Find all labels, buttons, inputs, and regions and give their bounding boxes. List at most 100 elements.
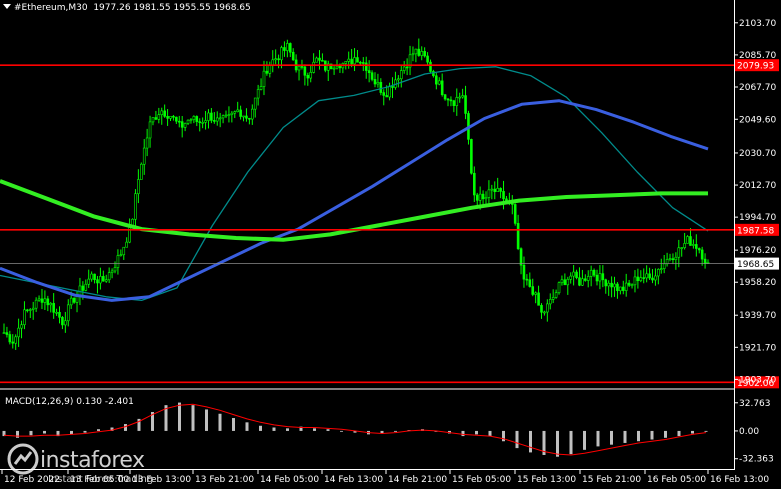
candle-body — [131, 218, 134, 226]
candle-body — [43, 298, 47, 303]
candle-body — [700, 249, 704, 260]
candle-body — [616, 283, 619, 292]
candle-body — [429, 61, 432, 72]
candle-body — [253, 97, 257, 110]
candle-body — [376, 82, 380, 85]
candle-body — [370, 72, 374, 80]
candle-body — [487, 189, 491, 198]
candle-body — [481, 193, 485, 200]
candle-body — [151, 117, 155, 123]
candle-body — [353, 57, 356, 65]
macd-tick-label: -32.363 — [739, 455, 774, 465]
candle-body — [236, 109, 239, 112]
candle-body — [224, 114, 228, 117]
candle-body — [598, 273, 602, 282]
symbol-dropdown-icon[interactable] — [3, 4, 11, 9]
macd-histogram-bar — [205, 409, 208, 431]
macd-histogram-bar — [232, 418, 235, 431]
candle-body — [703, 258, 707, 264]
candle-body — [134, 193, 137, 220]
candle-body — [680, 247, 684, 249]
candle-body — [534, 292, 537, 295]
macd-histogram-bar — [191, 405, 195, 431]
candle-body — [350, 58, 353, 65]
candle-body — [204, 120, 207, 123]
macd-tick-label: 0.00 — [739, 427, 759, 437]
candle-body — [449, 99, 453, 102]
candle-body — [58, 311, 61, 318]
current-price-label: 1968.65 — [737, 260, 774, 270]
macd-histogram-bar — [623, 430, 627, 443]
candle-body — [478, 193, 482, 201]
price-axis[interactable]: 2103.70 2085.70 2067.70 2049.60 2030.70 2012.… — [734, 19, 776, 386]
candle-body — [575, 271, 578, 279]
candle-body — [84, 283, 88, 291]
candle-body — [338, 65, 342, 69]
candle-body — [177, 120, 181, 123]
macd-histogram-bar — [326, 429, 330, 431]
candle-body — [233, 111, 237, 114]
macd-histogram-bar — [529, 430, 532, 453]
candle-body — [516, 223, 520, 249]
candle-body — [373, 79, 377, 85]
price-tick-label: 1958.20 — [739, 278, 776, 288]
macd-histogram-bar — [502, 430, 505, 442]
candle-body — [14, 336, 17, 344]
macd-histogram-bar — [596, 430, 600, 447]
level-price-label: 2079.93 — [737, 62, 774, 72]
watermark-brand: instaforex — [40, 448, 145, 473]
candle-body — [274, 58, 277, 61]
candle-body — [99, 276, 102, 284]
macd-histogram-bar — [83, 430, 87, 433]
macd-histogram-bar — [461, 430, 465, 437]
candle-body — [154, 117, 158, 120]
candle-body — [183, 123, 187, 128]
candle-body — [589, 269, 593, 277]
macd-histogram-bar — [704, 430, 708, 432]
candle-body — [572, 271, 575, 277]
candle-body — [402, 66, 406, 71]
candle-body — [543, 311, 546, 314]
ohlc-values: 1977.26 1981.55 1955.55 1968.65 — [93, 3, 251, 13]
candle-body — [8, 334, 12, 343]
candle-body — [20, 324, 23, 329]
candle-body — [496, 188, 499, 192]
macd-histogram-bar — [259, 425, 262, 431]
candle-body — [420, 51, 424, 56]
price-chart[interactable]: 2079.931987.581902.061968.65 2103.702085… — [0, 0, 781, 489]
candle-body — [470, 139, 473, 174]
candle-body — [607, 282, 610, 287]
candle-body — [64, 320, 67, 326]
price-tick-label: 2012.70 — [739, 181, 776, 191]
level-price-label: 1987.58 — [737, 226, 774, 236]
candle-body — [122, 246, 126, 256]
candle-body — [180, 121, 184, 128]
macd-histogram-bar — [475, 430, 478, 435]
price-tick-label: 1976.20 — [739, 246, 776, 256]
macd-tick-label: 32.763 — [739, 399, 771, 409]
candle-body — [207, 112, 210, 121]
candle-body — [668, 258, 672, 260]
candle-body — [437, 80, 441, 85]
candle-body — [139, 163, 143, 180]
candle-body — [5, 332, 9, 335]
candle-body — [417, 48, 421, 56]
candle-body — [69, 297, 73, 306]
candle-body — [218, 117, 222, 120]
time-tick-label: 15 Feb 21:00 — [582, 475, 641, 485]
candle-body — [455, 97, 459, 106]
chart-header: #Ethereum,M30 1977.26 1981.55 1955.55 19… — [3, 3, 251, 13]
candle-body — [692, 244, 695, 246]
macd-histogram-bar — [313, 428, 316, 431]
price-tick-label: 2067.70 — [739, 83, 776, 93]
candle-body — [37, 298, 41, 301]
candle-body — [119, 254, 123, 257]
candle-body — [356, 57, 359, 63]
candle-body — [26, 309, 29, 312]
candle-body — [49, 303, 53, 306]
candle-body — [306, 74, 310, 79]
candle-body — [665, 259, 669, 265]
candle-body — [335, 65, 339, 69]
candle-body — [242, 115, 245, 118]
candle-body — [484, 197, 488, 200]
